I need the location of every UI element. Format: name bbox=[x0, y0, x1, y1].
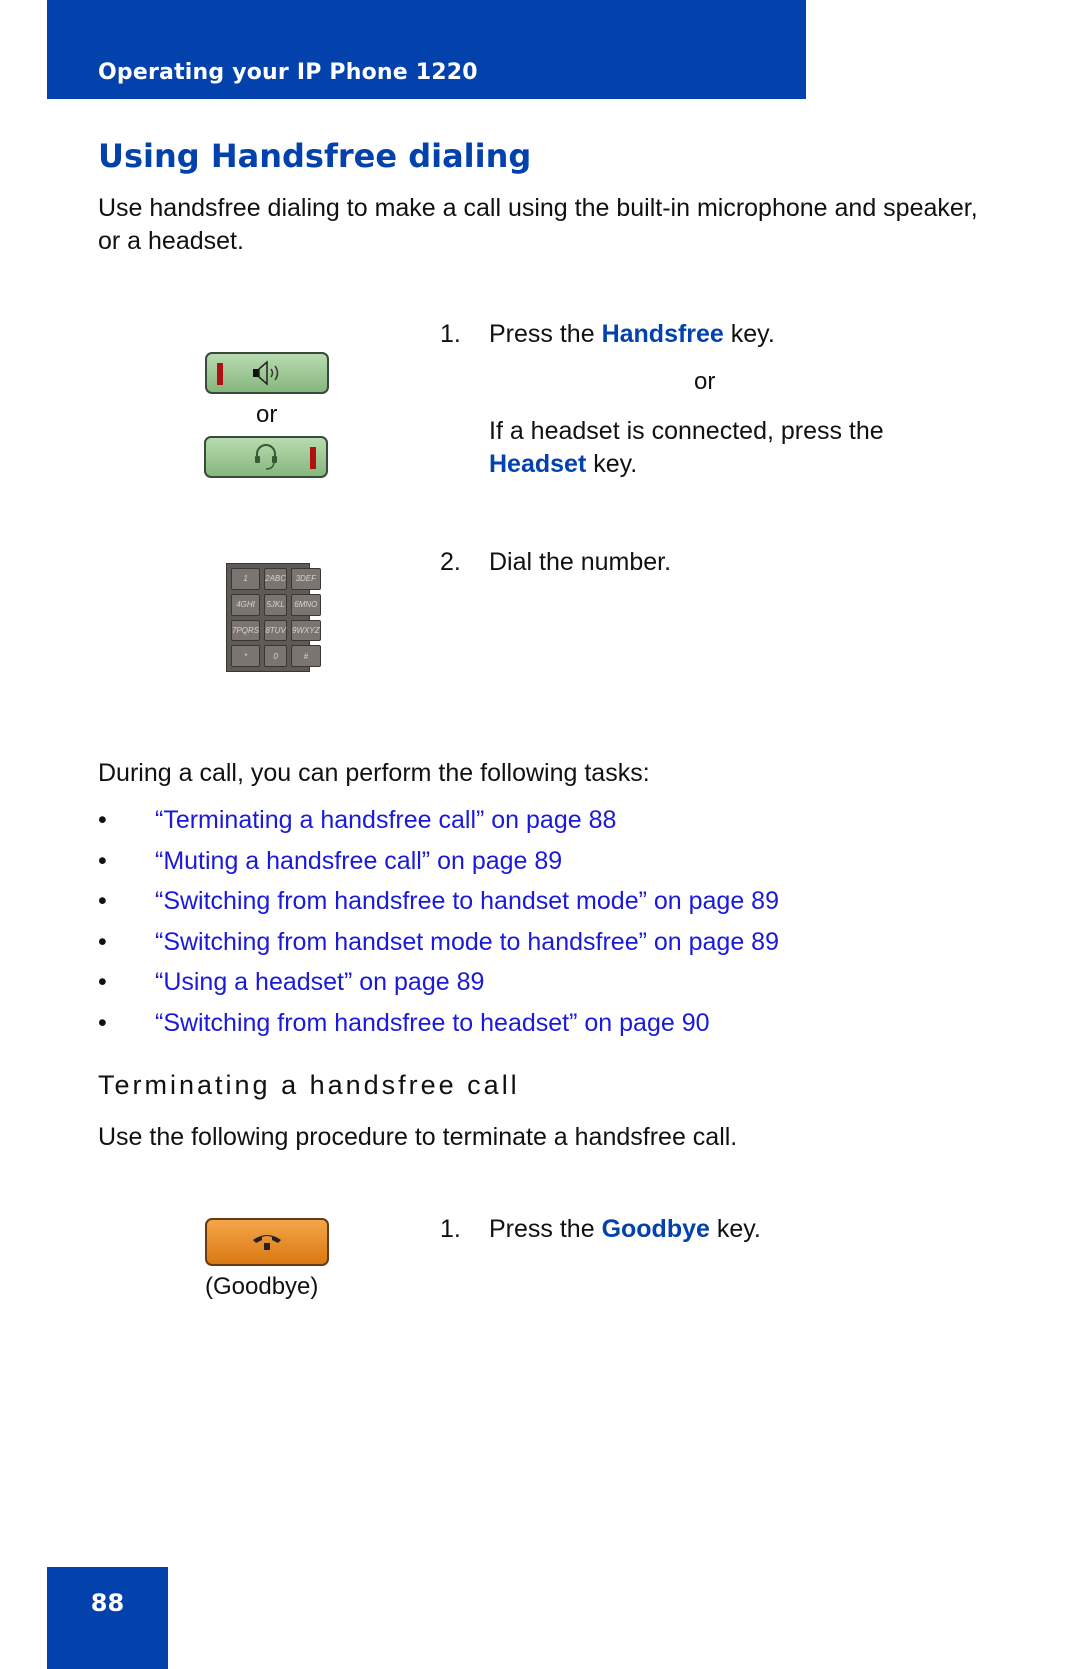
step-number: 1. bbox=[440, 1215, 461, 1243]
keypad-key: 8TUV bbox=[264, 619, 288, 642]
keypad-key: 7PQRS bbox=[231, 619, 261, 642]
led-indicator bbox=[310, 447, 316, 469]
goodbye-keyword: Goodbye bbox=[601, 1215, 710, 1243]
page-title: Using Handsfree dialing bbox=[98, 137, 532, 175]
goodbye-key bbox=[205, 1218, 329, 1266]
bullet: • bbox=[98, 846, 107, 875]
handsfree-key bbox=[205, 352, 329, 394]
keypad-key: # bbox=[291, 645, 321, 667]
header-bar: Operating your IP Phone 1220 bbox=[47, 0, 806, 99]
led-indicator bbox=[217, 363, 223, 385]
keypad-key: 1 bbox=[231, 568, 261, 590]
step-number: 2. bbox=[440, 548, 461, 576]
handsfree-keyword: Handsfree bbox=[601, 320, 724, 348]
keypad-key: 9WXYZ bbox=[291, 619, 321, 642]
headset-keyword: Headset bbox=[489, 450, 587, 478]
bullet: • bbox=[98, 968, 107, 996]
keypad-key: 0 bbox=[264, 645, 288, 667]
task-link[interactable]: • “Switching from handsfree to handset mo… bbox=[98, 881, 779, 922]
dialpad-image: 1 2ABC 3DEF 4GHI 5JKL 6MNO 7PQRS 8TUV 9W… bbox=[226, 563, 321, 672]
keypad-key: 2ABC bbox=[264, 568, 288, 590]
goodbye-caption: (Goodbye) bbox=[205, 1273, 319, 1300]
task-list: • “Terminating a handsfree call” on page … bbox=[98, 800, 779, 1043]
step-1: 1. Press the Handsfree key. bbox=[440, 318, 775, 351]
step-text: key. bbox=[593, 450, 638, 478]
step-number: 1. bbox=[440, 320, 461, 348]
step-text: Dial the number. bbox=[489, 548, 672, 576]
task-link[interactable]: • “Switching from handset mode to handsfr… bbox=[98, 922, 779, 963]
section-heading: Terminating a handsfree call bbox=[98, 1070, 520, 1100]
task-link-text[interactable]: “Using a headset” on page 89 bbox=[155, 968, 484, 996]
task-link-text[interactable]: “Switching from handset mode to handsfre… bbox=[155, 928, 779, 956]
bullet: • bbox=[98, 887, 107, 915]
bullet: • bbox=[98, 806, 107, 834]
page-number-box: 88 bbox=[47, 1567, 168, 1669]
task-link-text[interactable]: “Muting a handsfree call” on page 89 bbox=[155, 847, 562, 875]
task-link[interactable]: • “Using a headset” on page 89 bbox=[98, 962, 779, 1003]
step-1-alternative: If a headset is connected, press the Hea… bbox=[489, 415, 929, 481]
keypad-key: 3DEF bbox=[291, 568, 321, 590]
terminate-step-1: 1. Press the Goodbye key. bbox=[440, 1213, 761, 1246]
task-link[interactable]: • “Switching from handsfree to headset” o… bbox=[98, 1003, 779, 1044]
keypad-key: 6MNO bbox=[291, 593, 321, 616]
task-link-text[interactable]: “Switching from handsfree to headset” on… bbox=[155, 1009, 710, 1037]
headset-key bbox=[204, 436, 328, 478]
keypad-key: * bbox=[231, 645, 261, 667]
step-text: key. bbox=[716, 1215, 761, 1243]
step-2: 2. Dial the number. bbox=[440, 546, 671, 579]
keypad-key: 4GHI bbox=[231, 593, 261, 616]
intro-paragraph: Use handsfree dialing to make a call usi… bbox=[98, 194, 978, 255]
step-or-label: or bbox=[694, 368, 716, 395]
header-title: Operating your IP Phone 1220 bbox=[98, 60, 478, 85]
bullet: • bbox=[98, 927, 107, 956]
step-text: key. bbox=[730, 320, 775, 348]
speaker-icon bbox=[253, 360, 279, 386]
step-text: Press the bbox=[489, 1215, 595, 1243]
terminate-intro: Use the following procedure to terminate… bbox=[98, 1123, 738, 1151]
page-number: 88 bbox=[90, 1589, 125, 1617]
task-link-text[interactable]: “Terminating a handsfree call” on page 8… bbox=[155, 806, 616, 834]
or-label: or bbox=[256, 401, 278, 428]
task-link-text[interactable]: “Switching from handsfree to handset mod… bbox=[155, 887, 779, 915]
task-link[interactable]: • “Terminating a handsfree call” on page … bbox=[98, 800, 779, 841]
tasks-intro: During a call, you can perform the follo… bbox=[98, 759, 650, 787]
keypad-key: 5JKL bbox=[264, 593, 288, 616]
bullet: • bbox=[98, 1008, 107, 1037]
headset-icon bbox=[255, 444, 277, 470]
step-text: If a headset is connected, press the bbox=[489, 417, 884, 445]
hang-up-icon bbox=[253, 1235, 281, 1250]
step-text: Press the bbox=[489, 320, 595, 348]
task-link[interactable]: • “Muting a handsfree call” on page 89 bbox=[98, 841, 779, 882]
